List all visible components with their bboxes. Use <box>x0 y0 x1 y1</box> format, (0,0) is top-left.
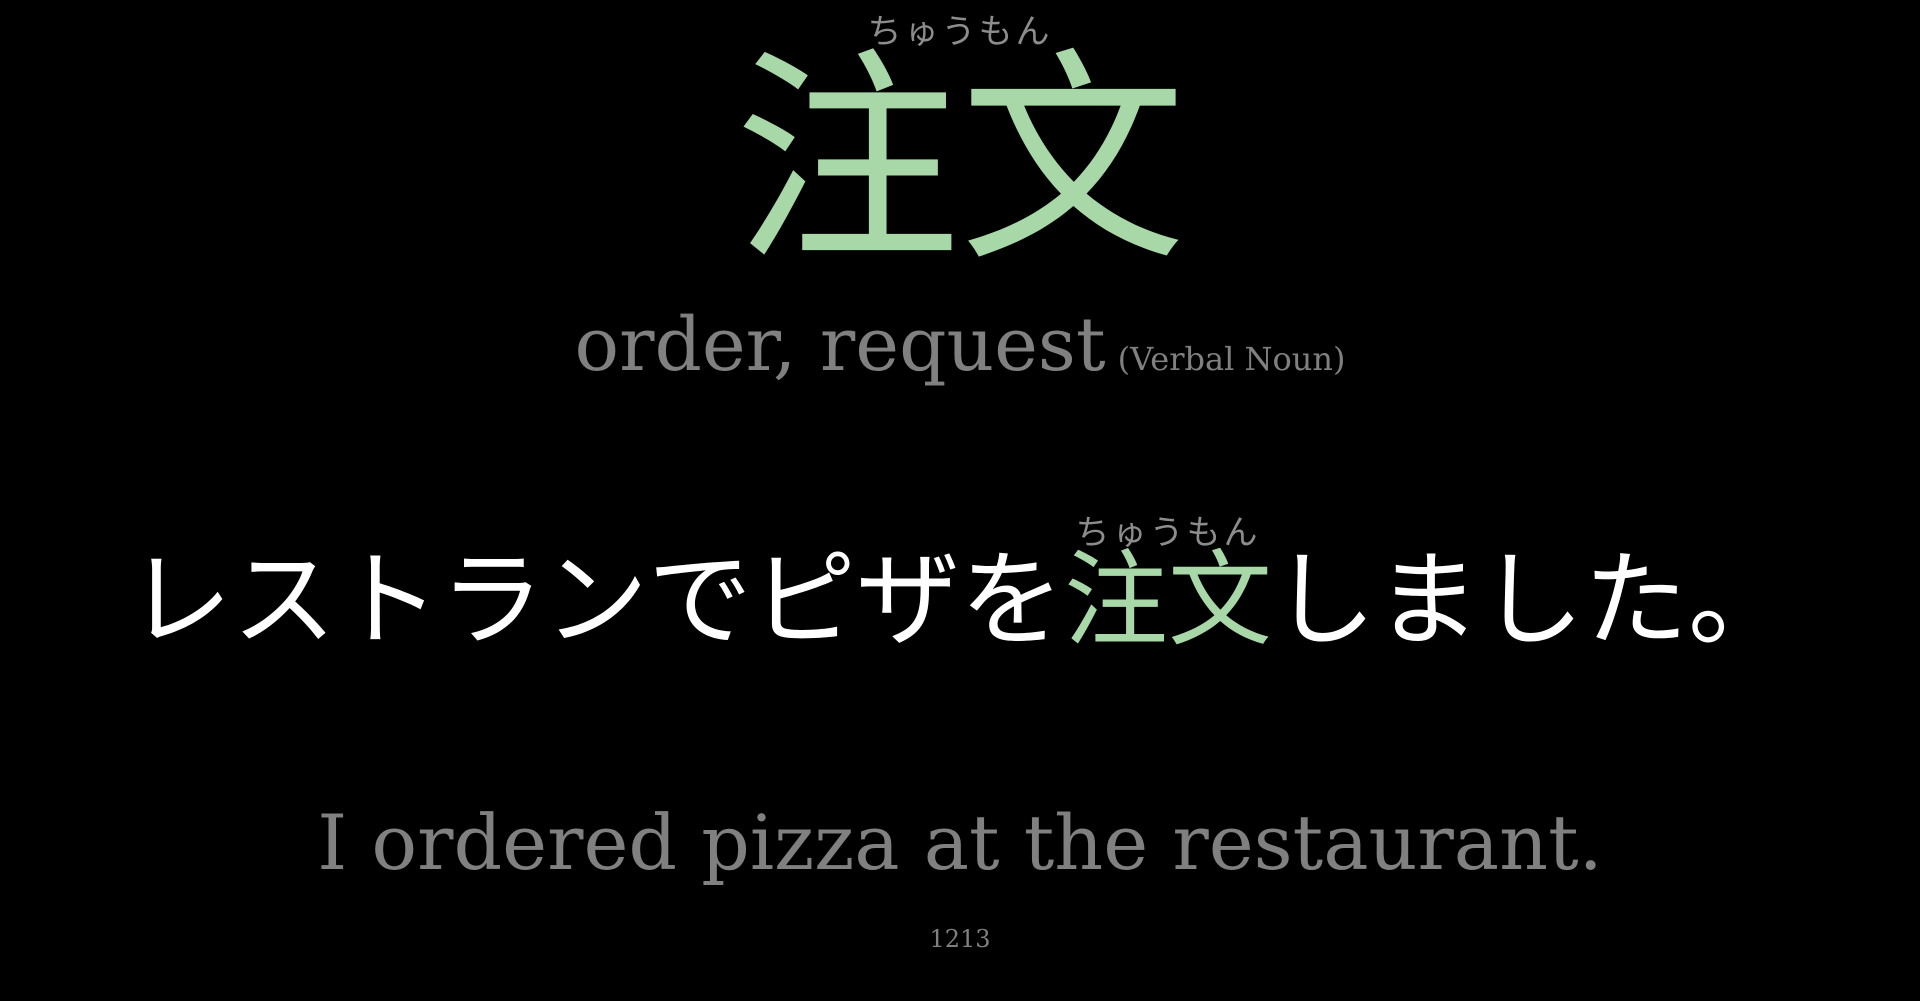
example-sentence: レストランでピザを ちゅうもん 注文しました。 <box>0 513 1920 665</box>
flashcard: ちゅうもん 注文 order, request (Verbal Noun) レスト… <box>0 0 1920 1001</box>
sentence-before: レストランでピザを <box>127 539 1064 661</box>
sentence-target-word: ちゅうもん 注文 <box>1063 513 1272 665</box>
word-meaning: order, request <box>574 302 1106 388</box>
sentence-translation: I ordered pizza at the restaurant. <box>317 798 1603 887</box>
part-of-speech: (Verbal Noun) <box>1117 340 1346 378</box>
word-kanji: 注文 <box>733 30 1186 293</box>
sentence-target-kanji: 注文 <box>1063 539 1272 661</box>
meaning-line: order, request (Verbal Noun) <box>0 300 1920 390</box>
sentence-after: しました。 <box>1272 539 1793 661</box>
sentence-target-furigana: ちゅうもん <box>1075 513 1261 553</box>
card-number: 1213 <box>929 925 991 953</box>
